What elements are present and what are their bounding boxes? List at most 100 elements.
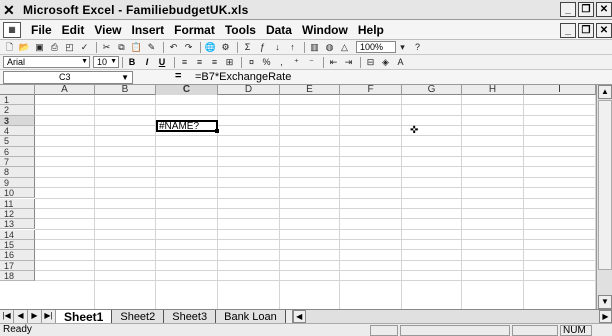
first-sheet-icon[interactable]: |◀ (0, 310, 14, 323)
row-header-4[interactable]: 4 (0, 126, 35, 137)
sheet-tab-sheet3[interactable]: Sheet3 (164, 309, 217, 324)
function-icon[interactable]: ƒ (256, 41, 269, 53)
zoom-select[interactable]: 100% (356, 41, 396, 53)
italic-button[interactable]: I (141, 56, 153, 68)
column-header-i[interactable]: I (524, 85, 596, 95)
paste-icon[interactable]: 📋 (130, 41, 143, 53)
row-header-2[interactable]: 2 (0, 105, 35, 116)
cut-icon[interactable]: ✂ (100, 41, 113, 53)
decrease-indent-icon[interactable]: ⇤ (327, 56, 340, 68)
new-icon[interactable]: 🗋 (3, 41, 16, 53)
drawing-icon[interactable]: △ (338, 41, 351, 53)
workbook-icon[interactable]: ▦ (3, 21, 21, 38)
menu-view[interactable]: View (94, 23, 121, 37)
font-color-icon[interactable]: A (394, 56, 407, 68)
worksheet-grid[interactable]: ABCDEFGHI 1 2 3 4 5 6 7 8 9 10 11 12 13 14 15 16 17 18 #N… (0, 85, 596, 309)
close-button[interactable]: ✕ (596, 2, 612, 17)
vertical-scrollbar[interactable]: ▲ ▼ (596, 85, 612, 309)
print-icon[interactable]: ⎙ (48, 41, 61, 53)
name-box[interactable]: C3 ▼ (3, 71, 133, 84)
menu-edit[interactable]: Edit (62, 23, 85, 37)
font-select[interactable]: Arial ▼ (3, 56, 90, 68)
sheet-tab-sheet1[interactable]: Sheet1 (56, 309, 113, 324)
save-icon[interactable]: ▣ (33, 41, 46, 53)
select-all-corner[interactable] (0, 85, 35, 95)
column-header-c[interactable]: C (156, 85, 218, 95)
row-header-3[interactable]: 3 (0, 115, 35, 126)
scroll-left-icon[interactable]: ◀ (292, 310, 306, 323)
row-header-16[interactable]: 16 (0, 250, 35, 261)
map-icon[interactable]: ◍ (323, 41, 336, 53)
merge-center-icon[interactable]: ⊞ (223, 56, 236, 68)
decrease-decimal-icon[interactable]: ⁻ (305, 56, 318, 68)
column-header-e[interactable]: E (280, 85, 340, 95)
percent-icon[interactable]: % (260, 56, 273, 68)
menu-window[interactable]: Window (302, 23, 348, 37)
next-sheet-icon[interactable]: ▶ (28, 310, 42, 323)
formula-input[interactable]: =B7*ExchangeRate (195, 71, 291, 83)
horizontal-scrollbar[interactable]: ◀ ▶ (291, 310, 612, 323)
column-header-h[interactable]: H (462, 85, 524, 95)
menu-format[interactable]: Format (174, 23, 215, 37)
row-header-11[interactable]: 11 (0, 198, 35, 209)
scroll-right-icon[interactable]: ▶ (599, 310, 612, 323)
increase-decimal-icon[interactable]: ⁺ (290, 56, 303, 68)
last-sheet-icon[interactable]: ▶| (42, 310, 56, 323)
open-icon[interactable]: 📂 (18, 41, 31, 53)
scroll-up-icon[interactable]: ▲ (598, 85, 612, 99)
hyperlink-icon[interactable]: 🌐 (204, 41, 217, 53)
sheet-tab-sheet2[interactable]: Sheet2 (112, 309, 165, 324)
fill-handle[interactable] (215, 129, 219, 133)
row-header-14[interactable]: 14 (0, 229, 35, 240)
row-header-1[interactable]: 1 (0, 95, 35, 106)
column-header-b[interactable]: B (95, 85, 156, 95)
row-header-17[interactable]: 17 (0, 260, 35, 271)
comma-style-icon[interactable]: , (275, 56, 288, 68)
menu-help[interactable]: Help (358, 23, 384, 37)
copy-icon[interactable]: ⧉ (115, 41, 128, 53)
align-left-icon[interactable]: ≡ (178, 56, 191, 68)
align-right-icon[interactable]: ≡ (208, 56, 221, 68)
fill-color-icon[interactable]: ◈ (379, 56, 392, 68)
row-header-12[interactable]: 12 (0, 208, 35, 220)
spelling-icon[interactable]: ✓ (78, 41, 91, 53)
column-header-f[interactable]: F (340, 85, 402, 95)
row-header-18[interactable]: 18 (0, 270, 35, 282)
row-header-7[interactable]: 7 (0, 157, 35, 168)
row-header-15[interactable]: 15 (0, 239, 35, 251)
row-header-10[interactable]: 10 (0, 188, 35, 199)
chart-wizard-icon[interactable]: ▥ (308, 41, 321, 53)
column-header-d[interactable]: D (218, 85, 280, 95)
chevron-down-icon[interactable]: ▼ (121, 72, 129, 83)
formula-equals[interactable]: = (175, 70, 181, 82)
doc-restore-button[interactable]: ❐ (578, 23, 594, 38)
borders-icon[interactable]: ⊟ (364, 56, 377, 68)
doc-minimize-button[interactable]: _ (560, 23, 576, 38)
currency-icon[interactable]: ¤ (245, 56, 258, 68)
format-painter-icon[interactable]: ✎ (145, 41, 158, 53)
sort-descending-icon[interactable]: ↑ (286, 41, 299, 53)
undo-icon[interactable]: ↶ (167, 41, 180, 53)
sheet-tab-bank-loan[interactable]: Bank Loan (216, 309, 286, 324)
autosum-icon[interactable]: Σ (241, 41, 254, 53)
active-cell[interactable]: #NAME? (156, 120, 219, 133)
help-icon[interactable]: ? (411, 41, 424, 53)
font-size-select[interactable]: 10 ▼ (93, 56, 119, 68)
bold-button[interactable]: B (126, 56, 138, 68)
sort-ascending-icon[interactable]: ↓ (271, 41, 284, 53)
menu-data[interactable]: Data (266, 23, 292, 37)
column-header-a[interactable]: A (35, 85, 95, 95)
minimize-button[interactable]: _ (560, 2, 576, 17)
menu-insert[interactable]: Insert (131, 23, 164, 37)
chevron-down-icon[interactable]: ▾ (396, 41, 409, 53)
scroll-down-icon[interactable]: ▼ (598, 295, 612, 309)
row-header-9[interactable]: 9 (0, 177, 35, 189)
increase-indent-icon[interactable]: ⇥ (342, 56, 355, 68)
scroll-thumb[interactable] (598, 100, 612, 270)
menu-file[interactable]: File (31, 23, 52, 37)
redo-icon[interactable]: ↷ (182, 41, 195, 53)
menu-tools[interactable]: Tools (225, 23, 256, 37)
web-toolbar-icon[interactable]: ⚙ (219, 41, 232, 53)
column-header-g[interactable]: G (402, 85, 462, 95)
row-header-8[interactable]: 8 (0, 167, 35, 178)
